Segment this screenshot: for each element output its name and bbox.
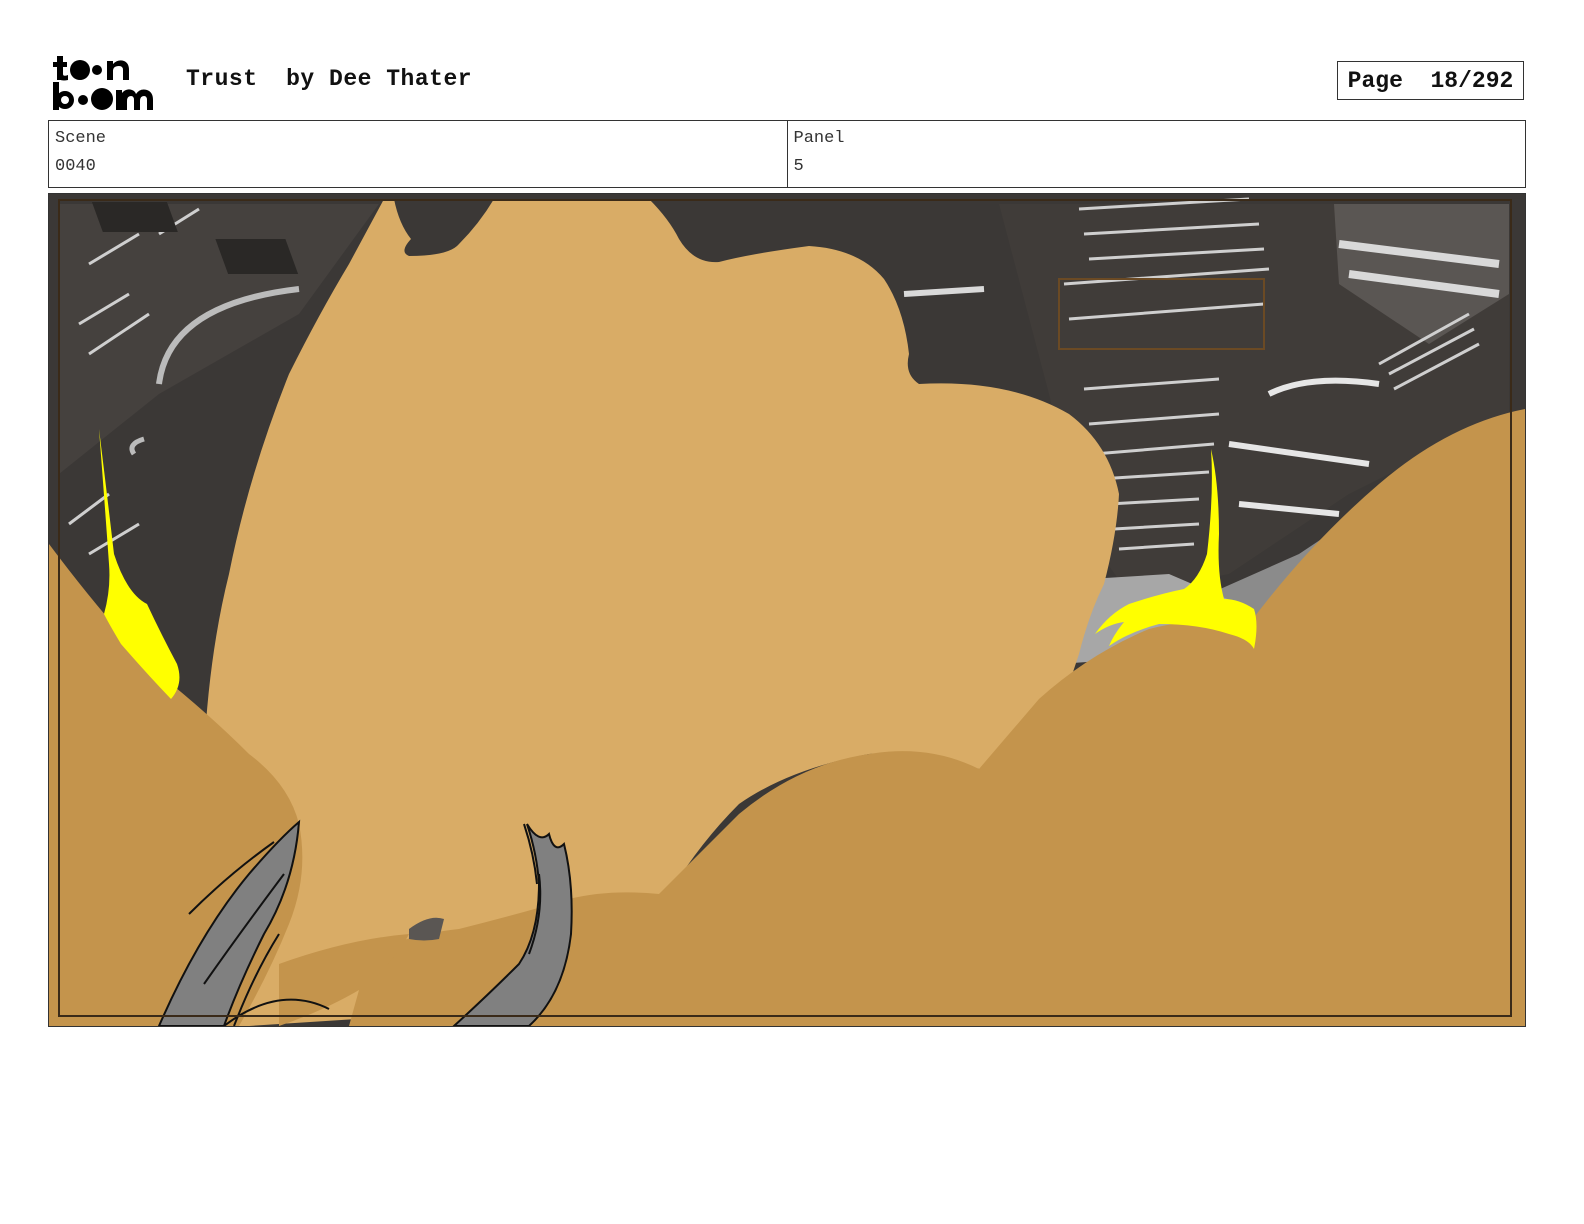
toonboom-logo	[53, 56, 153, 110]
project-title: Trust	[186, 66, 258, 92]
page-counter: Page 18/292	[1337, 61, 1524, 100]
page-number: 18/292	[1430, 67, 1514, 94]
scene-label: Scene	[55, 129, 107, 148]
page-label: Page	[1347, 67, 1403, 94]
panel-artwork	[49, 194, 1525, 1026]
author-credit: by Dee Thater	[286, 66, 473, 92]
scene-cell: Scene 0040	[49, 121, 787, 187]
storyboard-panel-frame	[48, 193, 1526, 1027]
panel-cell: Panel 5	[786, 121, 1526, 187]
panel-label: Panel	[793, 129, 845, 148]
storyboard-title: Trust by Dee Thater	[186, 66, 472, 92]
panel-number: 5	[793, 157, 804, 176]
scene-panel-info: Scene 0040 Panel 5	[48, 120, 1526, 188]
scene-number: 0040	[55, 157, 96, 176]
